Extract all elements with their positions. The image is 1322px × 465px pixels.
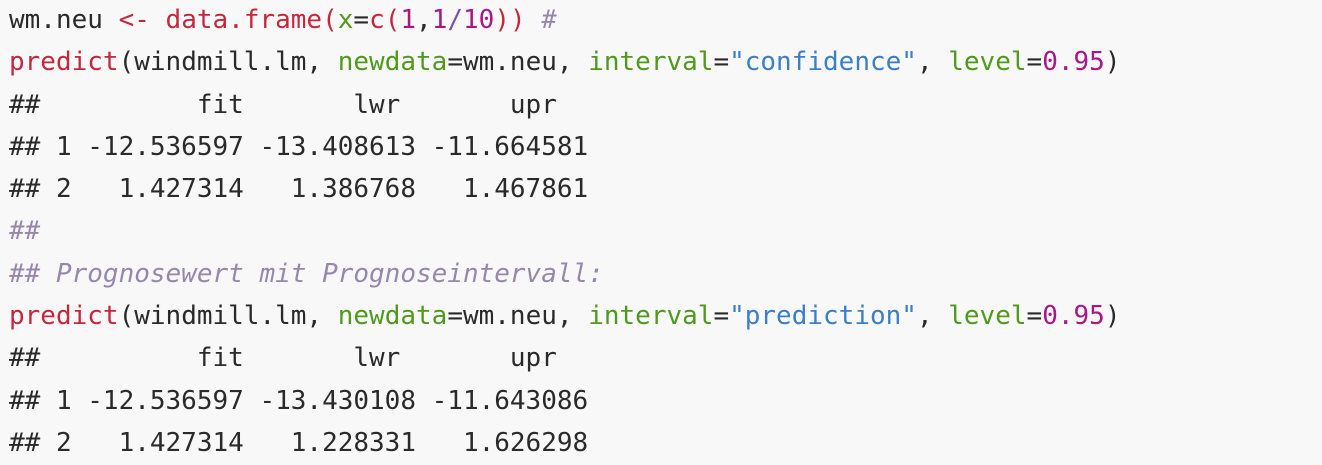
code-text: , — [916, 301, 949, 332]
string: "confidence" — [729, 47, 917, 78]
number: 10 — [463, 5, 495, 35]
output-header: ## fit lwr upr — [9, 343, 557, 374]
equals: = — [1026, 47, 1043, 78]
number: 1 — [431, 5, 448, 35]
paren: ( — [384, 5, 401, 35]
operator: / — [447, 5, 463, 35]
output-row: ## 2 1.427314 1.386768 1.467861 — [9, 174, 589, 205]
output-row: ## 1 -12.536597 -13.430108 -11.643086 — [9, 385, 589, 416]
var-name: wm.neu — [9, 5, 119, 35]
string: "prediction" — [729, 301, 917, 332]
output-row: ## 2 1.427314 1.228331 1.626298 — [9, 427, 589, 458]
output-header: ## fit lwr upr — [9, 89, 557, 120]
function-name: c — [369, 5, 385, 35]
assign-operator: <- — [118, 5, 150, 35]
arg-name: newdata — [337, 47, 448, 78]
equals: = — [447, 301, 463, 332]
code-text: (windmill.lm, — [118, 301, 338, 332]
comment-line: ## — [9, 216, 41, 247]
arg-name: x — [337, 5, 354, 35]
code-text: ) — [1104, 301, 1121, 332]
code-block: wm.neu <- data.frame(x=c(1,1/10)) # predi… — [0, 0, 1322, 465]
code-text: ) — [1104, 47, 1121, 78]
equals: = — [1026, 301, 1043, 332]
arg-name: level — [948, 301, 1027, 332]
arg-name: newdata — [337, 301, 448, 332]
code-text: (windmill.lm, — [118, 47, 338, 78]
code-text: , — [916, 47, 949, 78]
arg-name: interval — [588, 301, 714, 332]
comma: , — [416, 5, 432, 35]
code-text: wm.neu, — [462, 47, 589, 78]
arg-name: level — [948, 47, 1027, 78]
equals: = — [353, 5, 370, 35]
number: 1 — [400, 5, 417, 35]
code-line-predict-confidence: predict(windmill.lm, newdata=wm.neu, int… — [9, 41, 1322, 83]
equals: = — [713, 301, 730, 332]
function-name: predict — [9, 301, 119, 332]
paren: ( — [322, 5, 338, 35]
arg-name: interval — [588, 47, 714, 78]
paren: )) — [494, 5, 526, 35]
output-row: ## 1 -12.536597 -13.408613 -11.664581 — [9, 131, 589, 162]
number: 0.95 — [1042, 47, 1105, 78]
code-line-assign: wm.neu <- data.frame(x=c(1,1/10)) # — [9, 0, 1322, 41]
comment: # — [541, 5, 557, 35]
comment-line: ## Prognosewert mit Prognoseintervall: — [9, 258, 604, 289]
number: 0.95 — [1042, 301, 1105, 332]
code-line-predict-prediction: predict(windmill.lm, newdata=wm.neu, int… — [9, 295, 1322, 337]
equals: = — [447, 47, 463, 78]
code-text: wm.neu, — [462, 301, 589, 332]
equals: = — [713, 47, 730, 78]
function-name: data.frame — [165, 5, 323, 35]
function-name: predict — [9, 47, 119, 78]
